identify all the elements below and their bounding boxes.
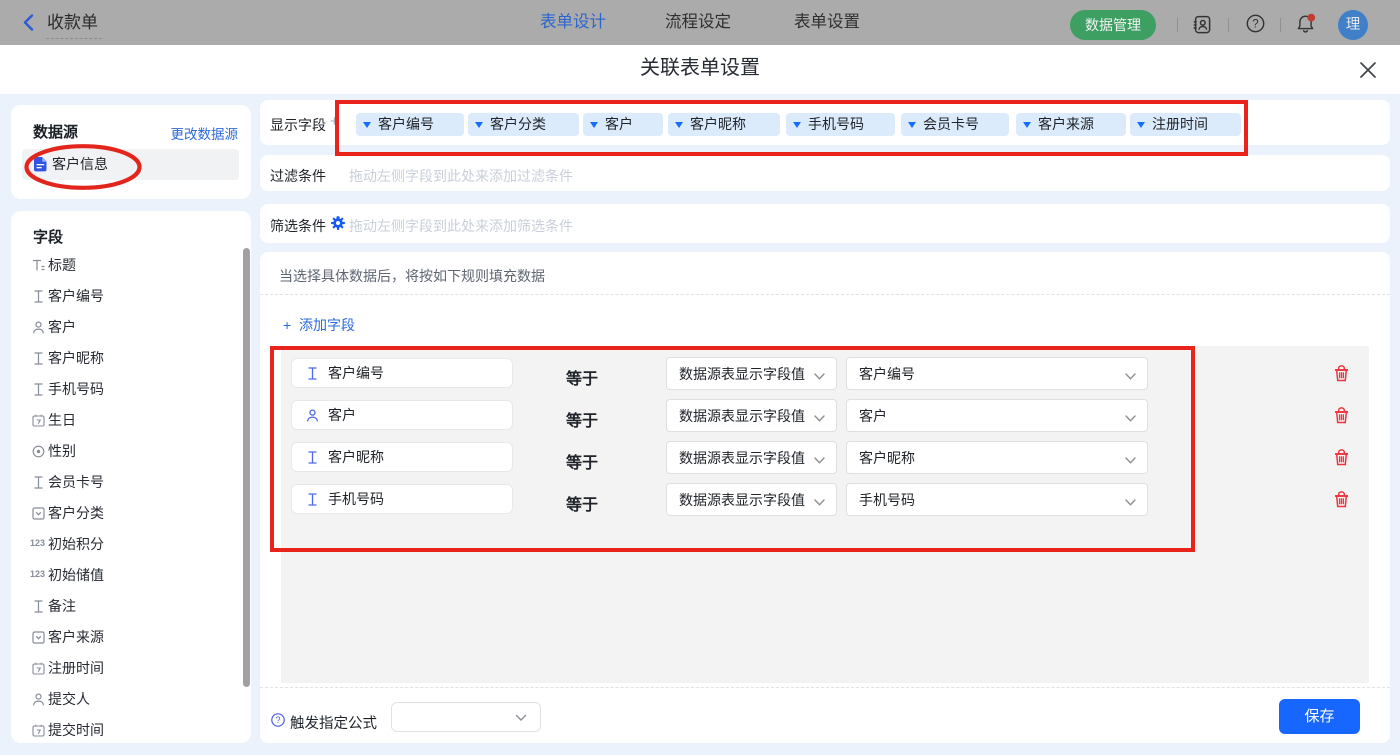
svg-text:?: ? [1252, 19, 1258, 31]
svg-text:?: ? [275, 715, 280, 725]
